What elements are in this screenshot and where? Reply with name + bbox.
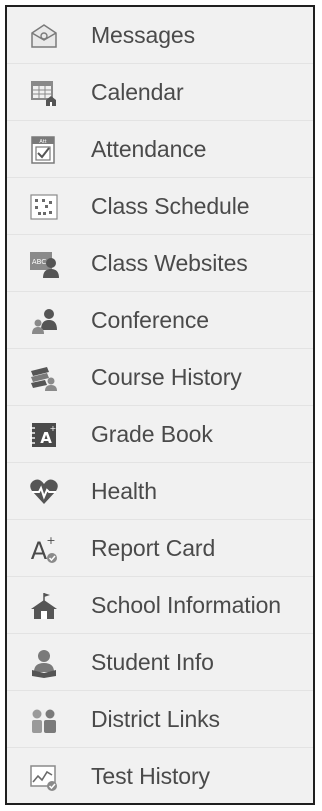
schedule-grid-icon xyxy=(29,192,59,222)
sidebar-item-label: District Links xyxy=(91,706,220,732)
sidebar-item-district-links[interactable]: District Links xyxy=(7,691,313,748)
sidebar-item-label: Report Card xyxy=(91,535,216,561)
envelope-icon xyxy=(29,21,59,51)
sidebar-item-student-info[interactable]: Student Info xyxy=(7,634,313,691)
people-group-icon xyxy=(29,705,59,735)
gradebook-icon: A + xyxy=(29,420,59,450)
svg-text:A: A xyxy=(31,537,48,564)
sidebar-item-label: Class Websites xyxy=(91,250,248,276)
calendar-icon xyxy=(29,78,59,108)
sidebar-item-messages[interactable]: Messages xyxy=(7,7,313,64)
sidebar-item-conference[interactable]: Conference xyxy=(7,292,313,349)
books-history-icon xyxy=(29,363,59,393)
sidebar-item-label: Health xyxy=(91,478,157,504)
sidebar-menu: Messages Calendar Att Attendance Class S… xyxy=(5,5,315,805)
sidebar-item-label: Attendance xyxy=(91,136,207,162)
sidebar-item-grade-book[interactable]: A + Grade Book xyxy=(7,406,313,463)
sidebar-item-report-card[interactable]: A + Report Card xyxy=(7,520,313,577)
school-house-icon xyxy=(29,591,59,621)
svg-text:+: + xyxy=(50,424,57,433)
sidebar-item-label: Calendar xyxy=(91,79,184,105)
sidebar-item-test-history[interactable]: Test History xyxy=(7,748,313,805)
heart-pulse-icon xyxy=(29,477,59,507)
class-website-icon: ABC xyxy=(29,249,59,279)
sidebar-item-calendar[interactable]: Calendar xyxy=(7,64,313,121)
sidebar-item-label: Grade Book xyxy=(91,421,213,447)
sidebar-item-label: Conference xyxy=(91,307,209,333)
sidebar-item-course-history[interactable]: Course History xyxy=(7,349,313,406)
attendance-check-icon: Att xyxy=(29,135,59,165)
sidebar-item-label: Student Info xyxy=(91,649,214,675)
sidebar-item-health[interactable]: Health xyxy=(7,463,313,520)
conference-people-icon xyxy=(29,306,59,336)
svg-text:ABC: ABC xyxy=(32,258,46,266)
report-card-grade-icon: A + xyxy=(29,534,59,564)
sidebar-item-school-information[interactable]: School Information xyxy=(7,577,313,634)
sidebar-item-label: Course History xyxy=(91,364,242,390)
svg-text:+: + xyxy=(46,534,55,547)
sidebar-item-label: Class Schedule xyxy=(91,193,250,219)
sidebar-item-label: School Information xyxy=(91,592,281,618)
sidebar-item-class-websites[interactable]: ABC Class Websites xyxy=(7,235,313,292)
student-reading-icon xyxy=(29,648,59,678)
sidebar-item-label: Test History xyxy=(91,763,210,789)
sidebar-item-class-schedule[interactable]: Class Schedule xyxy=(7,178,313,235)
svg-text:Att: Att xyxy=(39,139,46,145)
sidebar-item-label: Messages xyxy=(91,22,196,48)
sidebar-item-attendance[interactable]: Att Attendance xyxy=(7,121,313,178)
test-chart-icon xyxy=(29,762,59,792)
